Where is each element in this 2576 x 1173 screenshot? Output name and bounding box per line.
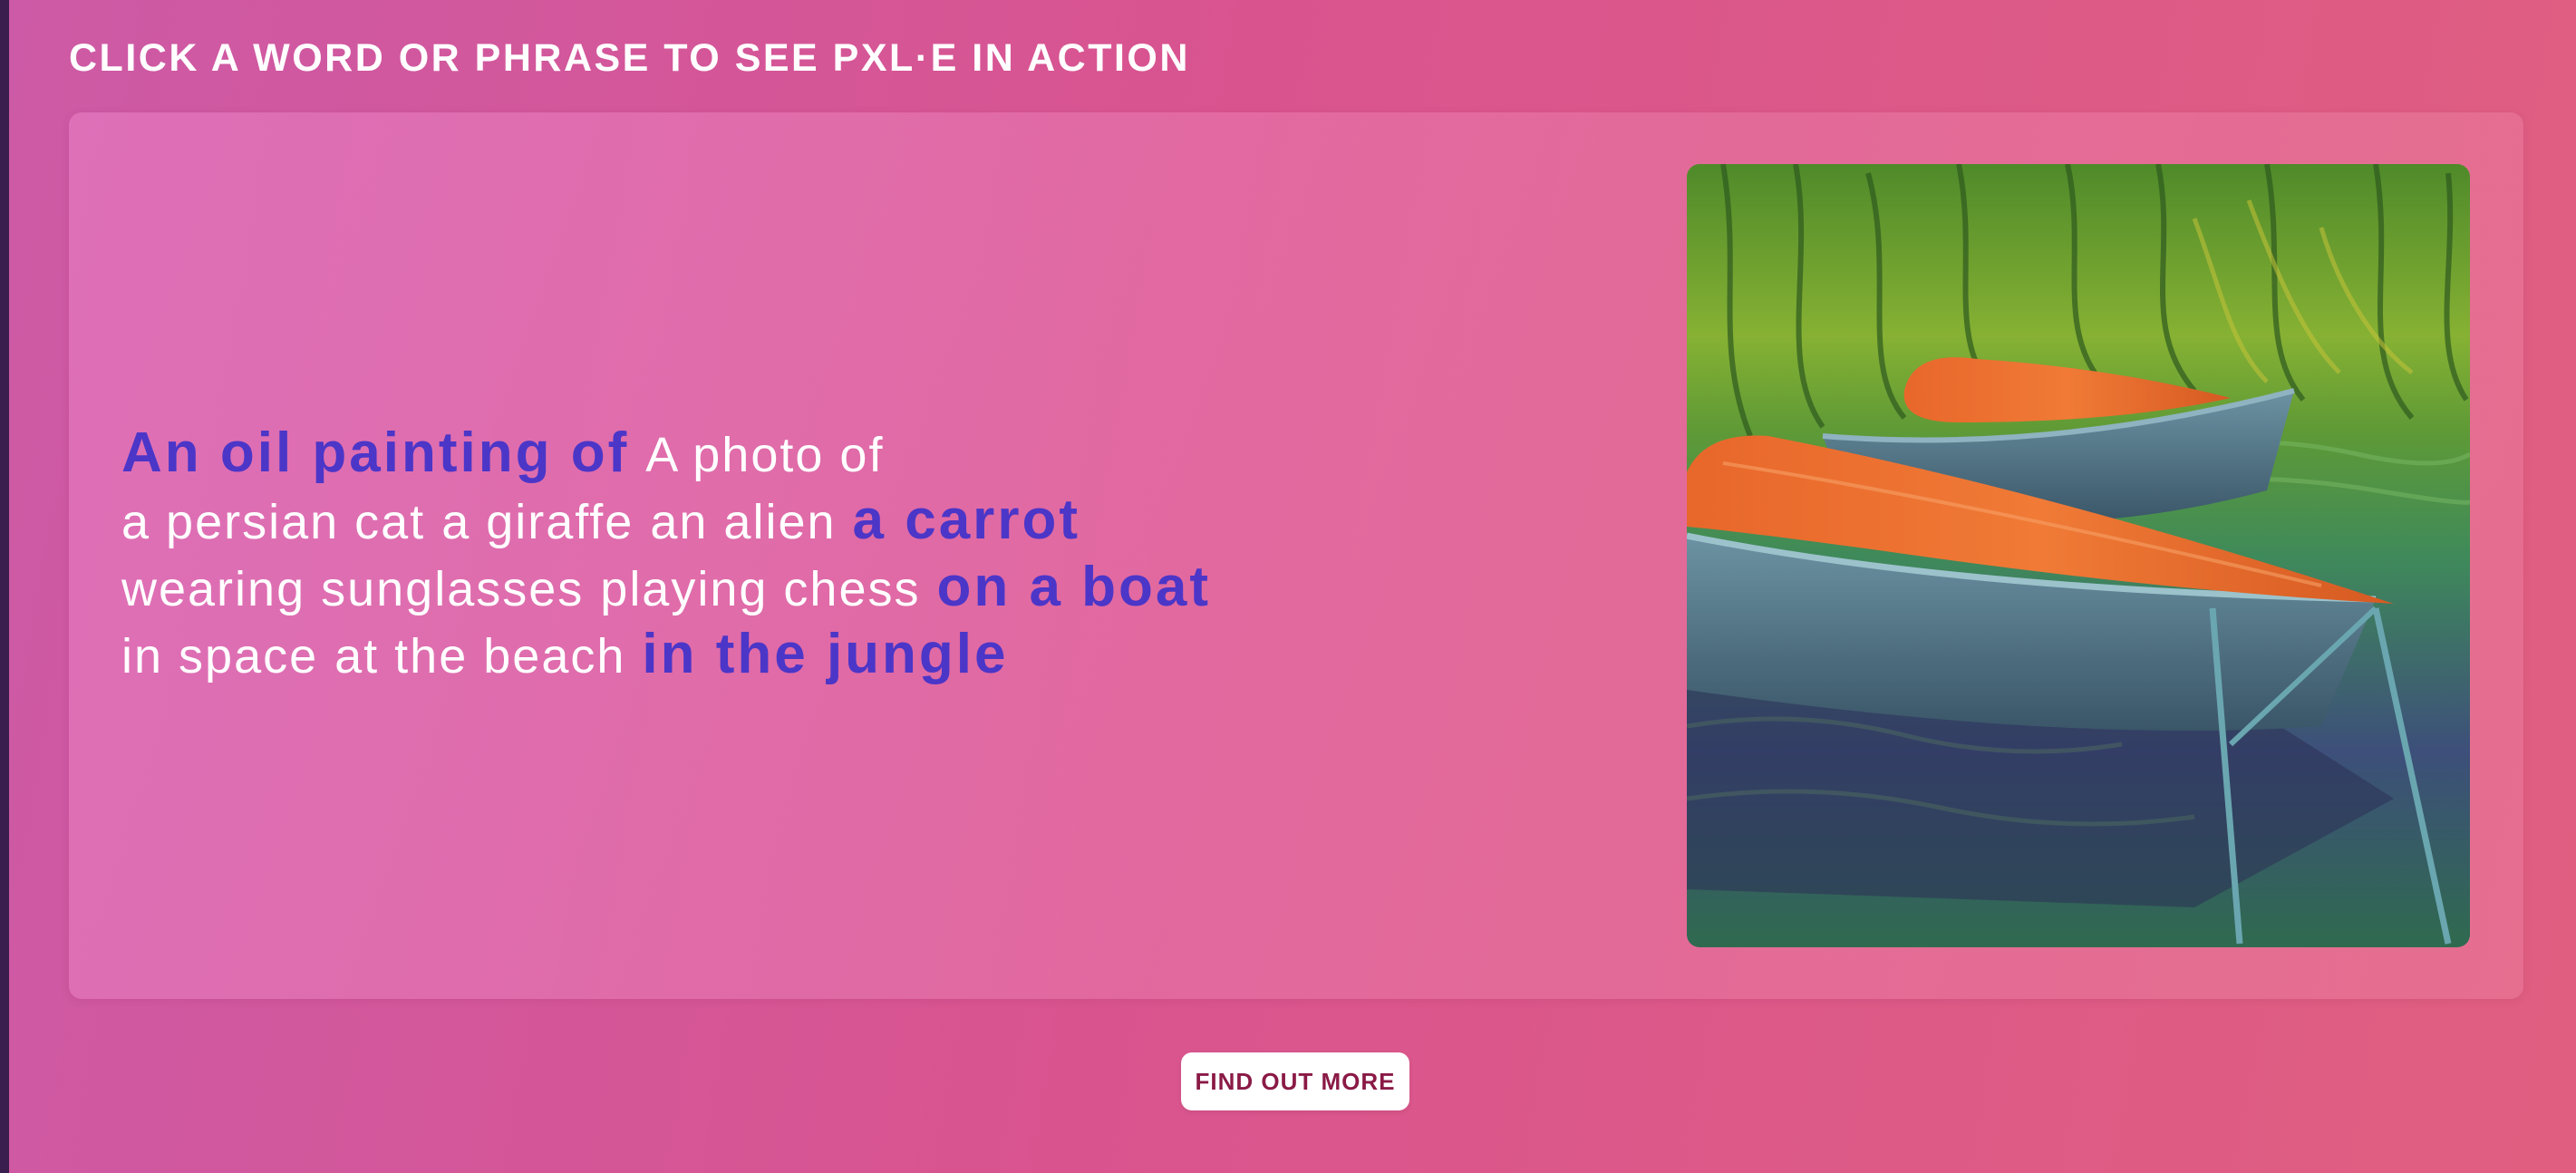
prompt-option[interactable]: A photo of [645, 428, 884, 482]
prompt-option[interactable]: at the beach [334, 629, 625, 683]
find-out-more-button[interactable]: FIND OUT MORE [1181, 1052, 1409, 1110]
prompt-option-selected[interactable]: An oil painting of [121, 422, 629, 484]
prompt-row: in space at the beach in the jungle [121, 622, 1481, 689]
prompt-card: An oil painting of A photo of a persian ca… [69, 112, 2523, 999]
prompt-option-selected[interactable]: on a boat [936, 556, 1211, 618]
window-edge [0, 0, 9, 1173]
prompt-option[interactable]: playing chess [600, 562, 920, 616]
prompt-option-selected[interactable]: in the jungle [642, 623, 1008, 685]
prompt-row: a persian cat a giraffe an alien a carrot [121, 488, 1481, 555]
prompt-row: An oil painting of A photo of [121, 421, 1481, 488]
prompt-option[interactable]: wearing sunglasses [121, 562, 584, 616]
prompt-builder: An oil painting of A photo of a persian ca… [121, 421, 1481, 689]
generated-image-painting [1687, 164, 2470, 947]
generated-image [1687, 164, 2470, 947]
prompt-option[interactable]: in space [121, 629, 318, 683]
prompt-option[interactable]: a persian cat [121, 495, 425, 549]
page-heading: CLICK A WORD OR PHRASE TO SEE PXL·E IN A… [69, 36, 1190, 80]
prompt-row: wearing sunglasses playing chess on a boat [121, 555, 1481, 622]
prompt-option-selected[interactable]: a carrot [853, 489, 1080, 551]
prompt-option[interactable]: a giraffe [441, 495, 634, 549]
prompt-option[interactable]: an alien [650, 495, 836, 549]
